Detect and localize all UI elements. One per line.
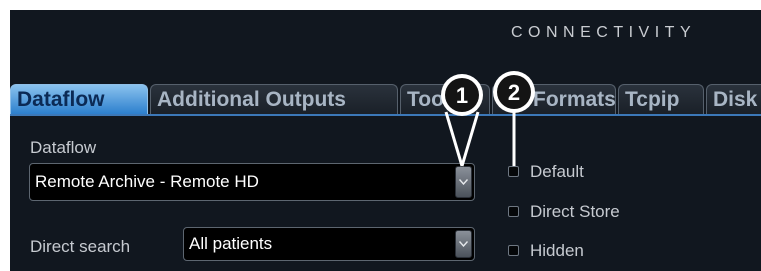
default-checkbox[interactable] [508, 166, 519, 177]
dataflow-dropdown[interactable]: Remote Archive - Remote HD [29, 163, 475, 201]
tab-strip: Dataflow Additional Outputs Tools Format… [10, 84, 761, 116]
tab-disk[interactable]: Disk [706, 84, 761, 114]
dataflow-dropdown-button[interactable] [455, 166, 472, 198]
tab-additional-outputs[interactable]: Additional Outputs [150, 84, 398, 114]
tab-formats[interactable]: Formats [492, 84, 616, 114]
direct-search-dropdown-button[interactable] [455, 230, 472, 258]
section-title: CONNECTIVITY [511, 24, 697, 41]
tab-tools[interactable]: Tools [400, 84, 490, 114]
direct-search-label: Direct search [30, 237, 131, 256]
hidden-checkbox-label: Hidden [530, 241, 584, 260]
direct-store-checkbox[interactable] [508, 206, 519, 217]
tab-tcpip[interactable]: Tcpip [618, 84, 704, 114]
chevron-down-icon [459, 179, 468, 185]
connectivity-panel: CONNECTIVITY Dataflow Additional Outputs… [10, 10, 761, 271]
dataflow-dropdown-value: Remote Archive - Remote HD [35, 172, 259, 191]
direct-store-checkbox-label: Direct Store [530, 202, 620, 221]
tab-underline [10, 114, 761, 116]
dataflow-label: Dataflow [30, 138, 97, 157]
direct-search-dropdown[interactable]: All patients [183, 227, 475, 261]
default-checkbox-label: Default [530, 162, 584, 181]
hidden-checkbox[interactable] [508, 245, 519, 256]
chevron-down-icon [459, 241, 468, 247]
direct-search-dropdown-value: All patients [189, 234, 273, 253]
tab-dataflow[interactable]: Dataflow [10, 84, 148, 114]
